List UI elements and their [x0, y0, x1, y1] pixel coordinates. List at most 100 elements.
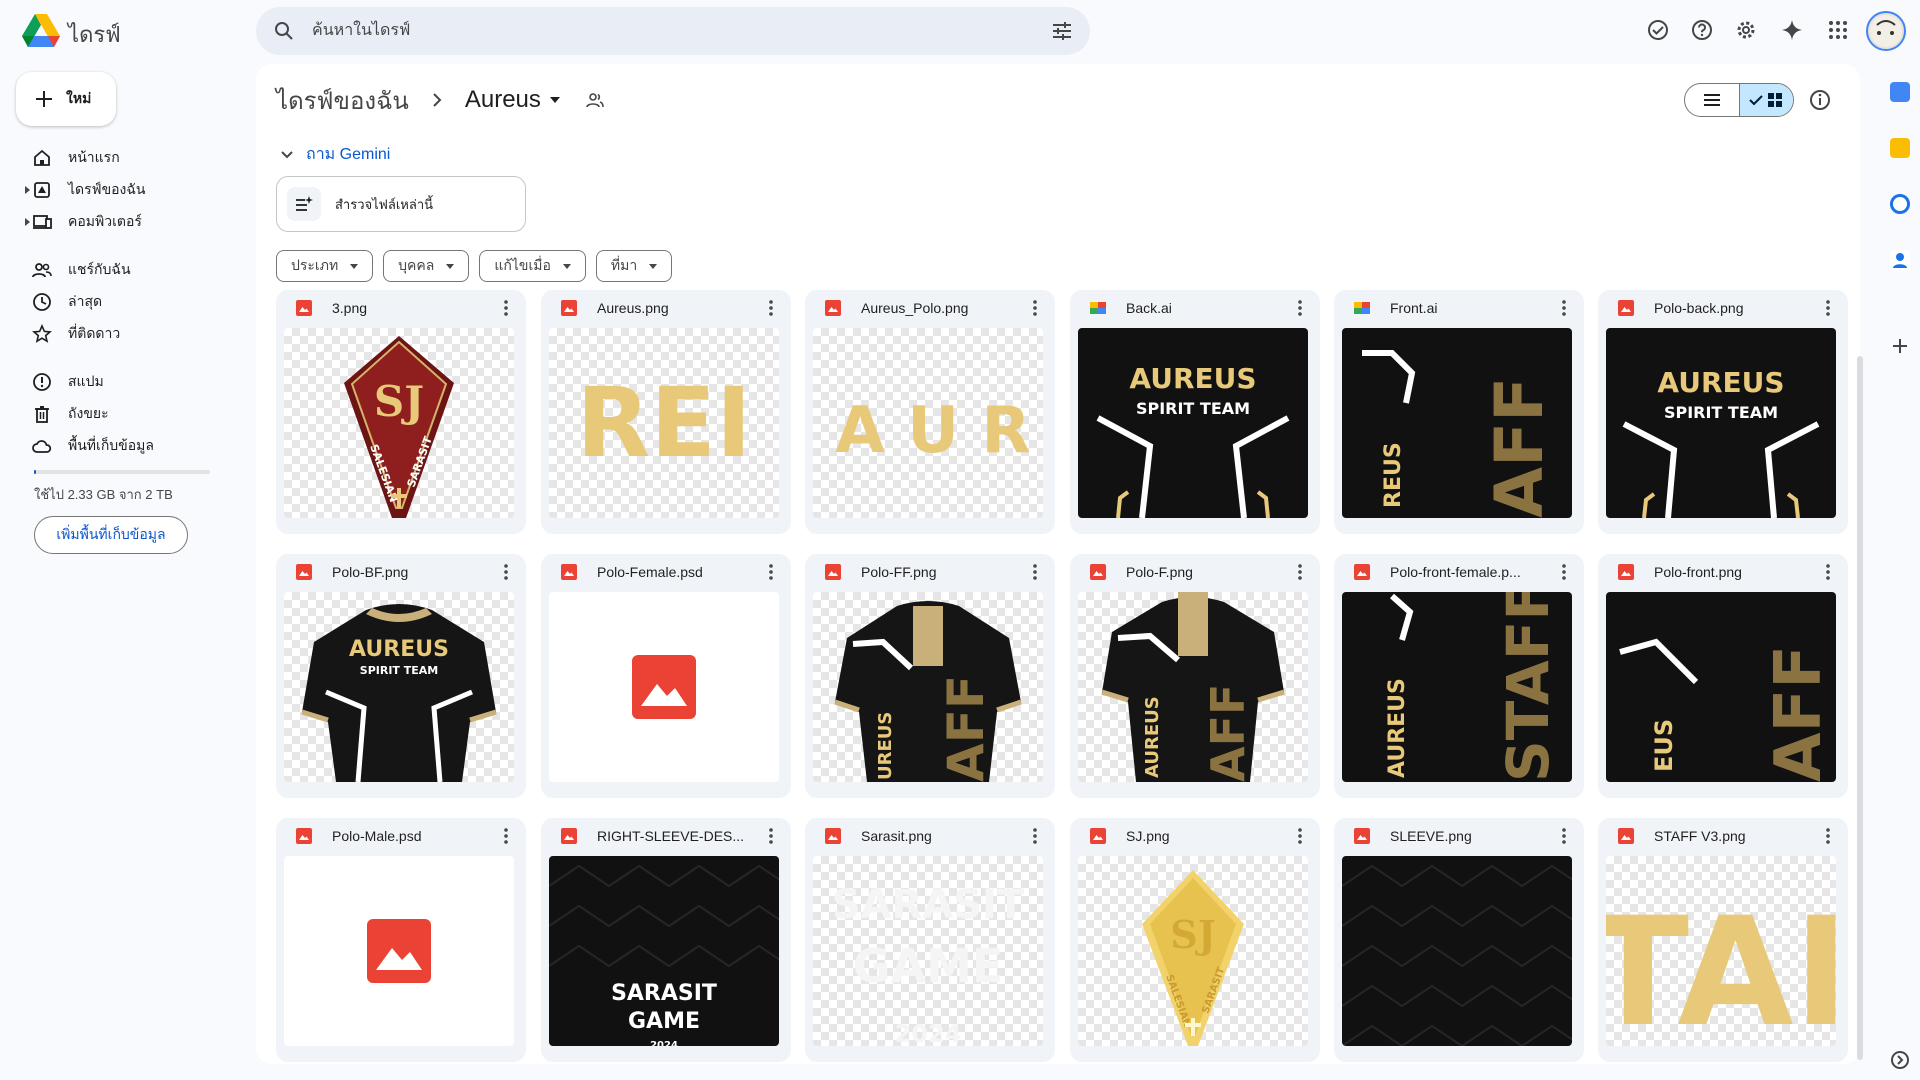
side-panel-rail	[1876, 64, 1920, 1080]
sidebar-item-starred[interactable]: ที่ติดดาว	[0, 318, 240, 350]
thumb-vertical-text: AFF	[1762, 645, 1836, 782]
gemini-sparkle-icon[interactable]	[1778, 16, 1806, 44]
breadcrumb-current[interactable]: Aureus	[465, 86, 541, 114]
filter-source-chip[interactable]: ที่มา	[595, 250, 673, 282]
file-card[interactable]: RIGHT-SLEEVE-DES... SARASIT GAME 2024	[541, 818, 791, 1062]
file-card[interactable]: Polo-front-female.p... AUREUS STAFF	[1334, 554, 1584, 798]
more-options-icon[interactable]	[1554, 562, 1574, 582]
offline-ready-icon[interactable]	[1644, 16, 1672, 44]
add-addon-plus-icon[interactable]	[1890, 336, 1910, 356]
thumb-vertical-text: AUREUS	[1142, 696, 1163, 778]
file-card[interactable]: Polo-FF.png UREUS AFF	[805, 554, 1055, 798]
image-file-icon	[1618, 564, 1634, 580]
file-card[interactable]: SJ.png SJ SALESIAN SARASIT	[1070, 818, 1320, 1062]
file-card[interactable]: Polo-back.png AUREUS SPIRIT TEAM	[1598, 290, 1848, 534]
more-options-icon[interactable]	[1818, 562, 1838, 582]
caret-down-icon[interactable]	[549, 96, 561, 104]
more-options-icon[interactable]	[1025, 298, 1045, 318]
more-options-icon[interactable]	[761, 826, 781, 846]
sidebar-item-computers[interactable]: คอมพิวเตอร์	[0, 206, 240, 238]
file-thumbnail: TAI	[1606, 856, 1836, 1046]
more-options-icon[interactable]	[1290, 298, 1310, 318]
grid-view-button[interactable]	[1738, 84, 1793, 116]
more-options-icon[interactable]	[1025, 562, 1045, 582]
new-button[interactable]: ใหม่	[16, 72, 116, 126]
cloud-icon	[32, 440, 52, 453]
tasks-app-icon[interactable]	[1890, 194, 1910, 214]
file-card[interactable]: Sarasit.png SARASIT GAME 2024	[805, 818, 1055, 1062]
chevron-down-icon	[281, 150, 293, 158]
ask-gemini-toggle[interactable]: ถาม Gemini	[280, 142, 390, 167]
hide-side-panel-icon[interactable]	[1890, 1050, 1910, 1070]
search-bar[interactable]	[256, 7, 1090, 55]
more-options-icon[interactable]	[1025, 826, 1045, 846]
more-options-icon[interactable]	[1554, 826, 1574, 846]
calendar-app-icon[interactable]	[1890, 82, 1910, 102]
sidebar-item-recent[interactable]: ล่าสุด	[0, 286, 240, 318]
more-options-icon[interactable]	[1290, 826, 1310, 846]
spam-icon	[33, 373, 51, 391]
keep-app-icon[interactable]	[1890, 138, 1910, 158]
sidebar-item-shared[interactable]: แชร์กับฉัน	[0, 254, 240, 286]
app-title[interactable]: ไดรฟ์	[68, 17, 121, 52]
expand-arrow-icon[interactable]	[23, 217, 31, 227]
file-card[interactable]: Polo-Female.psd	[541, 554, 791, 798]
file-thumbnail: REI	[549, 328, 779, 518]
main-scrollbar[interactable]	[1857, 356, 1863, 1060]
sidebar-item-spam[interactable]: สแปม	[0, 366, 240, 398]
more-options-icon[interactable]	[1818, 826, 1838, 846]
sidebar-item-label: คอมพิวเตอร์	[68, 213, 142, 229]
account-avatar[interactable]	[1866, 11, 1906, 51]
more-options-icon[interactable]	[1554, 298, 1574, 318]
file-card[interactable]: Back.ai AUREUS SPIRIT TEAM	[1070, 290, 1320, 534]
file-card[interactable]: SLEEVE.png	[1334, 818, 1584, 1062]
file-card[interactable]: STAFF V3.png TAI	[1598, 818, 1848, 1062]
filter-type-chip[interactable]: ประเภท	[276, 250, 374, 282]
more-options-icon[interactable]	[1290, 562, 1310, 582]
thumb-text: AUREUS	[349, 637, 449, 662]
file-thumbnail	[284, 856, 514, 1046]
file-thumbnail: EUS AFF	[1606, 592, 1836, 782]
top-bar: ไดรฟ์	[0, 0, 1920, 64]
more-options-icon[interactable]	[496, 562, 516, 582]
contacts-app-icon[interactable]	[1890, 250, 1910, 270]
search-options-icon[interactable]	[1050, 19, 1074, 43]
file-card[interactable]: Aureus.png REI	[541, 290, 791, 534]
info-icon[interactable]	[1808, 88, 1832, 112]
sidebar-item-home[interactable]: หน้าแรก	[0, 142, 240, 174]
file-card[interactable]: Polo-Male.psd	[276, 818, 526, 1062]
dropdown-caret-icon	[649, 263, 658, 269]
more-options-icon[interactable]	[496, 826, 516, 846]
search-input[interactable]	[312, 7, 1012, 55]
more-options-icon[interactable]	[496, 298, 516, 318]
file-card[interactable]: Polo-front.png EUS AFF	[1598, 554, 1848, 798]
breadcrumb-root[interactable]: ไดรฟ์ของฉัน	[276, 81, 409, 120]
expand-arrow-icon[interactable]	[23, 185, 31, 195]
thumb-vertical-text: STAFF	[1494, 592, 1562, 782]
file-card[interactable]: Polo-BF.png AUREUS SPIRIT TEAM	[276, 554, 526, 798]
file-card[interactable]: Polo-F.png AUREUS AFF	[1070, 554, 1320, 798]
sidebar-item-trash[interactable]: ถังขยะ	[0, 398, 240, 430]
image-file-icon	[296, 300, 312, 316]
settings-gear-icon[interactable]	[1732, 16, 1760, 44]
drive-logo-icon[interactable]	[22, 14, 60, 48]
help-icon[interactable]	[1688, 16, 1716, 44]
my-drive-icon	[34, 182, 50, 198]
list-view-button[interactable]	[1685, 84, 1739, 116]
more-options-icon[interactable]	[761, 562, 781, 582]
apps-grid-icon[interactable]	[1824, 16, 1852, 44]
gemini-suggestion-chip[interactable]: สำรวจไฟล์เหล่านี้	[276, 176, 526, 232]
file-card[interactable]: 3.png SJ SALESIAN SARASIT	[276, 290, 526, 534]
shared-folder-people-icon[interactable]	[585, 90, 605, 110]
file-card[interactable]: Aureus_Polo.png A U R	[805, 290, 1055, 534]
filter-people-chip[interactable]: บุคคล	[383, 250, 470, 282]
get-more-storage-button[interactable]: เพิ่มพื้นที่เก็บข้อมูล	[34, 516, 188, 554]
more-options-icon[interactable]	[761, 298, 781, 318]
search-icon[interactable]	[272, 19, 296, 43]
sidebar-item-storage[interactable]: พื้นที่เก็บข้อมูล	[0, 430, 240, 462]
file-card[interactable]: Front.ai REUS AFF	[1334, 290, 1584, 534]
file-name: Polo-Male.psd	[332, 828, 422, 844]
sidebar-item-my-drive[interactable]: ไดรฟ์ของฉัน	[0, 174, 240, 206]
more-options-icon[interactable]	[1818, 298, 1838, 318]
filter-modified-chip[interactable]: แก้ไขเมื่อ	[479, 250, 586, 282]
